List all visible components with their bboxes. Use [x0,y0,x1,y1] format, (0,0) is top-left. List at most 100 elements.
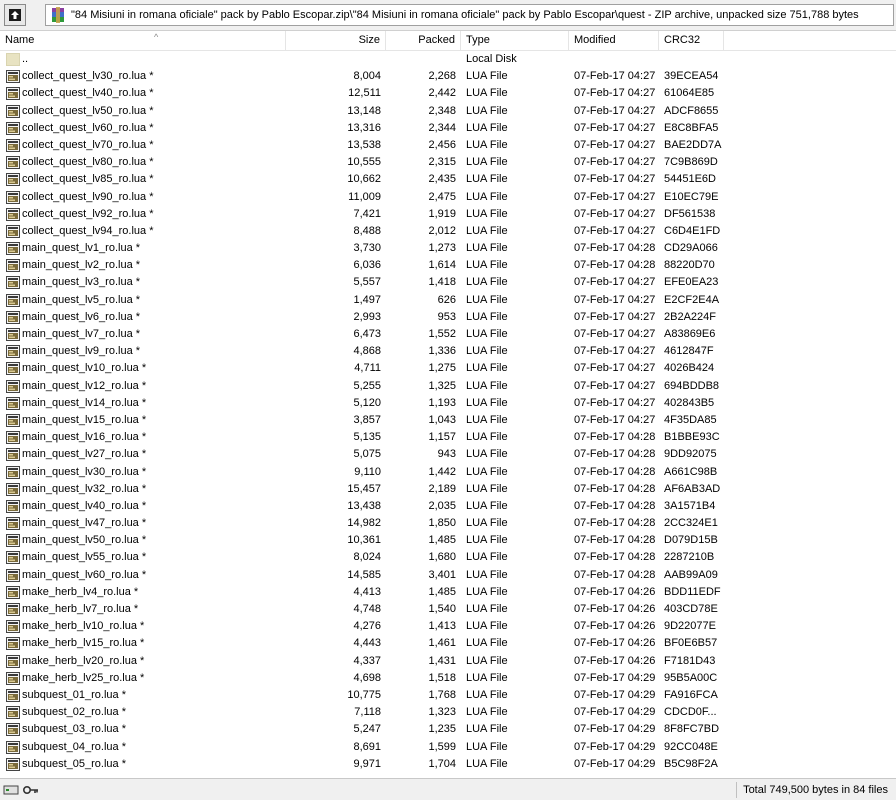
parent-folder-type: Local Disk [466,53,517,65]
file-name: main_quest_lv16_ro.lua * [22,431,147,444]
file-row[interactable]: main_quest_lv50_ro.lua * 10,361 1,485 LUA F… [0,532,896,549]
file-crc32: 92CC048E [664,740,718,753]
file-row[interactable]: collect_quest_lv40_ro.lua * 12,511 2,442 LU… [0,85,896,102]
column-header: Name ^ Size Packed Type Modified CRC32 [0,31,896,51]
file-name: subquest_02_ro.lua * [22,706,126,719]
file-name: make_herb_lv20_ro.lua * [22,654,145,667]
file-size: 4,748 [353,603,381,615]
file-row[interactable]: main_quest_lv7_ro.lua * 6,473 1,552 LUA Fil… [0,326,896,343]
file-row[interactable]: subquest_04_ro.lua * 8,691 1,599 LUA File 07… [0,739,896,756]
file-type: LUA File [466,121,508,134]
column-packed[interactable]: Packed [386,31,461,50]
file-row[interactable]: collect_quest_lv90_ro.lua * 11,009 2,475 LU… [0,189,896,206]
file-name: collect_quest_lv30_ro.lua * [22,70,154,83]
file-row[interactable]: collect_quest_lv70_ro.lua * 13,538 2,456 LU… [0,137,896,154]
file-row[interactable]: collect_quest_lv60_ro.lua * 13,316 2,344 LU… [0,120,896,137]
file-row[interactable]: main_quest_lv14_ro.lua * 5,120 1,193 LUA Fi… [0,395,896,412]
file-row[interactable]: collect_quest_lv85_ro.lua * 10,662 2,435 LU… [0,171,896,188]
file-row[interactable]: main_quest_lv30_ro.lua * 9,110 1,442 LUA Fi… [0,464,896,481]
file-row[interactable]: collect_quest_lv50_ro.lua * 13,148 2,348 LU… [0,103,896,120]
file-row[interactable]: main_quest_lv5_ro.lua * 1,497 626 LUA File 0… [0,292,896,309]
file-modified: 07-Feb-17 04:29 [574,688,656,701]
file-packed-size: 1,518 [428,671,456,684]
file-row[interactable]: collect_quest_lv80_ro.lua * 10,555 2,315 LU… [0,154,896,171]
path-field[interactable]: "84 Misiuni in romana oficiale" pack by … [45,4,894,26]
file-row[interactable]: main_quest_lv32_ro.lua * 15,457 2,189 LUA F… [0,481,896,498]
file-row[interactable]: main_quest_lv2_ro.lua * 6,036 1,614 LUA Fil… [0,257,896,274]
file-row[interactable]: collect_quest_lv94_ro.lua * 8,488 2,012 LUA… [0,223,896,240]
file-modified: 07-Feb-17 04:27 [574,362,656,375]
file-row[interactable]: make_herb_lv4_ro.lua * 4,413 1,485 LUA File… [0,584,896,601]
file-type: LUA File [466,448,508,461]
file-modified: 07-Feb-17 04:27 [574,293,656,306]
key-icon[interactable] [22,783,40,797]
drive-icon[interactable] [3,783,19,797]
file-row[interactable]: main_quest_lv27_ro.lua * 5,075 943 LUA File… [0,446,896,463]
file-size: 6,473 [353,328,381,340]
file-row[interactable]: main_quest_lv15_ro.lua * 3,857 1,043 LUA Fi… [0,412,896,429]
file-size: 3,730 [353,242,381,255]
file-type: LUA File [466,379,508,392]
file-modified: 07-Feb-17 04:26 [574,603,656,615]
file-row[interactable]: subquest_05_ro.lua * 9,971 1,704 LUA File 07… [0,756,896,773]
column-name[interactable]: Name ^ [0,31,286,50]
file-modified: 07-Feb-17 04:27 [574,328,656,340]
file-row[interactable]: collect_quest_lv92_ro.lua * 7,421 1,919 LUA… [0,206,896,223]
file-packed-size: 1,552 [428,328,456,340]
file-modified: 07-Feb-17 04:27 [574,70,656,83]
file-row[interactable]: make_herb_lv10_ro.lua * 4,276 1,413 LUA Fil… [0,618,896,635]
file-type: LUA File [466,276,508,289]
file-row[interactable]: main_quest_lv1_ro.lua * 3,730 1,273 LUA Fil… [0,240,896,257]
file-type: LUA File [466,259,508,272]
file-packed-size: 1,704 [428,757,456,770]
file-row[interactable]: make_herb_lv25_ro.lua * 4,698 1,518 LUA Fil… [0,670,896,687]
file-size: 5,255 [353,379,381,392]
file-name: collect_quest_lv94_ro.lua * [22,224,154,237]
file-row[interactable]: subquest_03_ro.lua * 5,247 1,235 LUA File 07… [0,721,896,738]
file-crc32: C6D4E1FD [664,224,721,237]
file-row[interactable]: make_herb_lv20_ro.lua * 4,337 1,431 LUA Fil… [0,653,896,670]
file-size: 7,118 [354,706,381,719]
file-size: 5,557 [353,276,381,289]
file-row[interactable]: main_quest_lv12_ro.lua * 5,255 1,325 LUA Fi… [0,378,896,395]
column-crc32[interactable]: CRC32 [659,31,724,50]
file-packed-size: 1,850 [428,517,456,530]
file-crc32: A83869E6 [664,328,716,340]
column-size[interactable]: Size [286,31,386,50]
file-row[interactable]: main_quest_lv55_ro.lua * 8,024 1,680 LUA Fi… [0,549,896,566]
file-modified: 07-Feb-17 04:28 [574,465,656,478]
up-folder-button[interactable] [4,4,26,26]
file-row[interactable]: make_herb_lv7_ro.lua * 4,748 1,540 LUA File… [0,601,896,618]
file-row[interactable]: main_quest_lv9_ro.lua * 4,868 1,336 LUA Fil… [0,343,896,360]
file-modified: 07-Feb-17 04:26 [574,620,656,633]
file-row[interactable]: main_quest_lv16_ro.lua * 5,135 1,157 LUA Fi… [0,429,896,446]
file-size: 2,993 [353,310,381,323]
file-name: main_quest_lv5_ro.lua * [22,293,141,306]
file-row[interactable]: main_quest_lv3_ro.lua * 5,557 1,418 LUA Fil… [0,274,896,291]
file-row[interactable]: main_quest_lv6_ro.lua * 2,993 953 LUA File 0… [0,309,896,326]
file-size: 4,868 [353,345,381,358]
file-row[interactable]: main_quest_lv40_ro.lua * 13,438 2,035 LUA F… [0,498,896,515]
file-row[interactable]: make_herb_lv15_ro.lua * 4,443 1,461 LUA Fil… [0,635,896,652]
file-packed-size: 1,273 [428,242,456,255]
file-row[interactable]: main_quest_lv60_ro.lua * 14,585 3,401 LUA F… [0,567,896,584]
file-row[interactable]: main_quest_lv47_ro.lua * 14,982 1,850 LUA F… [0,515,896,532]
file-type: LUA File [466,723,508,736]
file-row[interactable]: collect_quest_lv30_ro.lua * 8,004 2,268 LUA… [0,68,896,85]
file-type: LUA File [466,740,508,753]
parent-folder-row[interactable]: .. Local Disk [0,51,896,68]
file-packed-size: 1,442 [428,465,456,478]
file-packed-size: 2,012 [428,224,456,237]
column-type[interactable]: Type [461,31,569,50]
file-type: LUA File [466,551,508,564]
sort-ascending-icon: ^ [154,32,159,42]
file-packed-size: 1,235 [428,723,456,736]
file-type: LUA File [466,138,508,151]
file-packed-size: 3,401 [428,568,456,581]
file-row[interactable]: subquest_01_ro.lua * 10,775 1,768 LUA File 0… [0,687,896,704]
file-packed-size: 2,435 [428,173,456,186]
column-modified[interactable]: Modified [569,31,659,50]
file-name: main_quest_lv12_ro.lua * [22,379,147,392]
file-row[interactable]: main_quest_lv10_ro.lua * 4,711 1,275 LUA Fi… [0,360,896,377]
file-row[interactable]: subquest_02_ro.lua * 7,118 1,323 LUA File 07… [0,704,896,721]
